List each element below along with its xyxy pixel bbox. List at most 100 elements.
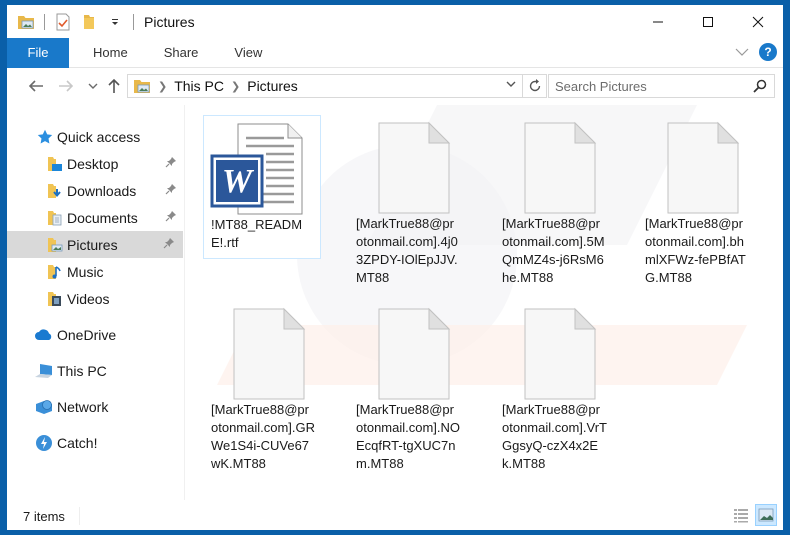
chevron-down-icon bbox=[506, 81, 516, 87]
details-view-icon bbox=[734, 509, 748, 523]
breadcrumb-separator: ❯ bbox=[231, 80, 241, 93]
file-item[interactable]: [MarkTrue88@protonmail.com].bhmlXFWz-feP… bbox=[638, 115, 756, 293]
file-explorer-window: Pictures File Home Share View ? ❯ This P… bbox=[7, 5, 783, 530]
blank-file-icon bbox=[349, 301, 467, 401]
videos-folder-icon bbox=[46, 290, 64, 308]
tab-share[interactable]: Share bbox=[146, 38, 217, 68]
sidebar-item-label: Pictures bbox=[67, 236, 118, 253]
sidebar-item-label: This PC bbox=[57, 362, 107, 379]
pin-icon[interactable] bbox=[165, 156, 177, 171]
sidebar-item-music[interactable]: Music bbox=[7, 258, 185, 285]
file-item[interactable]: [MarkTrue88@protonmail.com].GRWe1S4i-CUV… bbox=[204, 301, 322, 479]
pin-icon[interactable] bbox=[163, 237, 175, 252]
sidebar-item-onedrive[interactable]: OneDrive bbox=[7, 321, 185, 348]
file-name: [MarkTrue88@protonmail.com].4j03ZPDY-IOl… bbox=[356, 216, 458, 285]
maximize-icon bbox=[703, 16, 713, 27]
sidebar-item-label: Documents bbox=[67, 209, 138, 226]
breadcrumb-separator: ❯ bbox=[158, 80, 168, 93]
file-name: [MarkTrue88@protonmail.com].GRWe1S4i-CUV… bbox=[211, 402, 316, 471]
sidebar-item-videos[interactable]: Videos bbox=[7, 285, 185, 312]
sidebar-item-desktop[interactable]: Desktop bbox=[7, 150, 185, 177]
pin-icon[interactable] bbox=[165, 183, 177, 198]
details-view-button[interactable] bbox=[730, 504, 752, 526]
arrow-up-icon bbox=[108, 78, 120, 93]
pin-icon[interactable] bbox=[165, 210, 177, 225]
blank-file-icon bbox=[495, 301, 613, 401]
word-document-icon: W bbox=[204, 116, 322, 216]
refresh-button[interactable] bbox=[522, 75, 546, 97]
ribbon-right-controls: ? bbox=[735, 43, 777, 61]
file-item[interactable]: [MarkTrue88@protonmail.com].5MQmMZ4s-j6R… bbox=[495, 115, 613, 293]
sidebar-item-network[interactable]: Network bbox=[7, 393, 185, 420]
large-icons-view-button[interactable] bbox=[755, 504, 777, 526]
documents-folder-icon bbox=[46, 209, 64, 227]
catch-icon bbox=[34, 434, 54, 452]
file-name: [MarkTrue88@protonmail.com].5MQmMZ4s-j6R… bbox=[502, 216, 605, 285]
back-button[interactable] bbox=[24, 74, 48, 98]
large-icons-view-icon bbox=[758, 508, 774, 522]
minimize-button[interactable] bbox=[633, 5, 683, 38]
sidebar-item-quick-access[interactable]: Quick access bbox=[7, 123, 185, 150]
ribbon-tabs: File Home Share View ? bbox=[7, 37, 783, 68]
view-switcher bbox=[730, 504, 777, 526]
address-history-dropdown[interactable] bbox=[506, 77, 516, 91]
sidebar-item-label: Network bbox=[57, 398, 109, 415]
sidebar-item-label: Videos bbox=[67, 290, 110, 307]
svg-text:W: W bbox=[222, 163, 255, 200]
sidebar-item-label: Music bbox=[67, 263, 104, 280]
tab-view[interactable]: View bbox=[216, 38, 280, 68]
window-title: Pictures bbox=[144, 13, 195, 30]
sidebar-item-downloads[interactable]: Downloads bbox=[7, 177, 185, 204]
file-name: !MT88_README!.rtf bbox=[211, 217, 303, 250]
tab-file[interactable]: File bbox=[7, 37, 69, 68]
close-button[interactable] bbox=[733, 5, 783, 38]
search-input[interactable] bbox=[555, 78, 745, 94]
arrow-left-icon bbox=[28, 80, 43, 92]
quick-access-toolbar bbox=[7, 12, 142, 32]
sidebar-item-pictures[interactable]: Pictures bbox=[7, 231, 183, 258]
sidebar-item-label: OneDrive bbox=[57, 326, 117, 343]
blank-file-icon bbox=[204, 301, 322, 401]
cloud-icon bbox=[34, 326, 54, 344]
file-list-view[interactable]: W !MT88_README!.rtf [MarkTrue88@protonma… bbox=[187, 105, 783, 500]
pictures-folder-icon bbox=[133, 78, 151, 94]
network-icon bbox=[34, 398, 54, 416]
forward-button[interactable] bbox=[54, 74, 78, 98]
maximize-button[interactable] bbox=[683, 5, 733, 38]
refresh-icon bbox=[529, 79, 540, 92]
music-folder-icon bbox=[46, 263, 64, 281]
navigation-pane: Quick access Desktop Downloads Documents… bbox=[7, 105, 185, 500]
blank-file-icon bbox=[349, 115, 467, 215]
star-icon bbox=[36, 128, 54, 146]
arrow-right-icon bbox=[59, 80, 74, 92]
file-item[interactable]: [MarkTrue88@protonmail.com].NOEcqfRT-tgX… bbox=[349, 301, 467, 479]
expand-ribbon-button[interactable] bbox=[735, 45, 749, 60]
sidebar-item-this-pc[interactable]: This PC bbox=[7, 357, 185, 384]
file-item[interactable]: W !MT88_README!.rtf bbox=[203, 115, 321, 259]
tab-home[interactable]: Home bbox=[69, 38, 146, 68]
window-controls bbox=[633, 5, 783, 38]
breadcrumb-this-pc[interactable]: This PC bbox=[174, 78, 224, 94]
new-folder-icon[interactable] bbox=[79, 12, 99, 32]
navigation-bar: ❯ This PC ❯ Pictures bbox=[7, 69, 783, 103]
sidebar-item-documents[interactable]: Documents bbox=[7, 204, 185, 231]
up-button[interactable] bbox=[102, 74, 126, 98]
blank-file-icon bbox=[495, 115, 613, 215]
help-button[interactable]: ? bbox=[759, 43, 777, 61]
status-separator bbox=[78, 507, 80, 525]
file-item[interactable]: [MarkTrue88@protonmail.com].4j03ZPDY-IOl… bbox=[349, 115, 467, 293]
sidebar-item-catch[interactable]: Catch! bbox=[7, 429, 185, 456]
properties-icon[interactable] bbox=[53, 12, 73, 32]
toolbar-separator bbox=[133, 13, 134, 30]
file-item[interactable]: [MarkTrue88@protonmail.com].VrTGgsyQ-czX… bbox=[495, 301, 613, 479]
breadcrumb-pictures[interactable]: Pictures bbox=[247, 78, 298, 94]
pictures-folder-icon[interactable] bbox=[16, 12, 36, 32]
customize-dropdown-icon[interactable] bbox=[105, 12, 125, 32]
item-count: 7 items bbox=[23, 508, 65, 524]
address-bar[interactable]: ❯ This PC ❯ Pictures bbox=[127, 74, 547, 98]
minimize-icon bbox=[653, 21, 663, 22]
file-name: [MarkTrue88@protonmail.com].bhmlXFWz-feP… bbox=[645, 216, 746, 285]
search-icon[interactable] bbox=[753, 79, 767, 96]
title-bar: Pictures bbox=[7, 5, 783, 38]
file-name: [MarkTrue88@protonmail.com].VrTGgsyQ-czX… bbox=[502, 402, 607, 471]
